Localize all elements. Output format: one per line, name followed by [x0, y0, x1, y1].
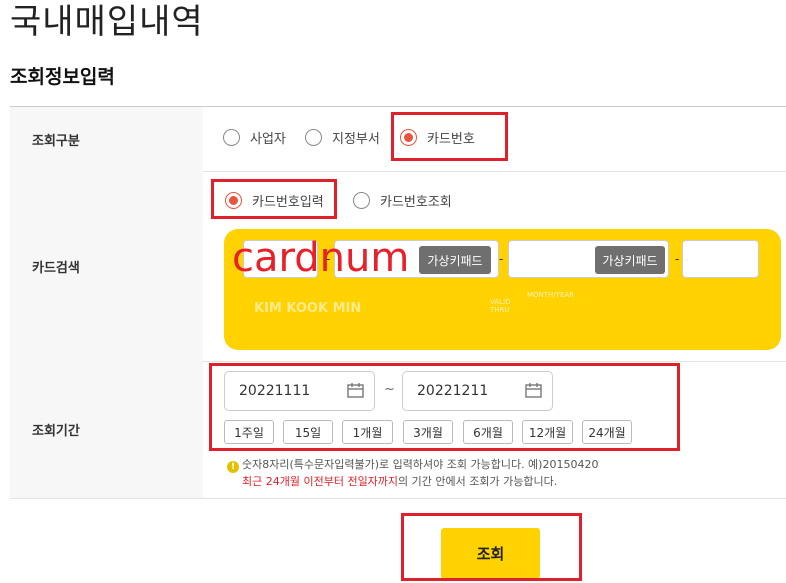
radio-selected-icon: [225, 192, 242, 209]
start-date-input[interactable]: 20221111: [224, 371, 375, 411]
label-card-search: 카드검색: [10, 171, 203, 361]
period-range-note: 최근 24개월 이전부터 전일자까지의 기간 안에서 조회가 가능합니다.: [242, 473, 557, 489]
date-format-note-text: 숫자8자리(특수문자입력불가)로 입력하셔야 조회 가능합니다. 예)20150…: [242, 458, 599, 471]
virtual-keypad-button-1[interactable]: 가상키패드: [419, 246, 491, 274]
period-button-12-months[interactable]: 12개월: [522, 420, 573, 444]
card-holder-name: KIM KOOK MIN: [254, 301, 362, 316]
card-number-field-4[interactable]: [682, 240, 759, 278]
period-button-3-months[interactable]: 3개월: [403, 420, 453, 444]
radio-card-lookup-label: 카드번호조회: [380, 195, 452, 210]
radio-department-label: 지정부서: [332, 132, 380, 147]
radio-circle-icon: [223, 129, 240, 146]
start-date-value: 20221111: [239, 383, 311, 399]
virtual-keypad-button-2[interactable]: 가상키패드: [595, 246, 665, 274]
row-inquiry-type: 조회구분 사업자 지정부서 카드번호: [10, 107, 786, 172]
radio-card-input-label: 카드번호입력: [252, 195, 324, 210]
annotation-cardnum: cardnum: [232, 235, 410, 281]
radio-card-lookup[interactable]: 카드번호조회: [353, 191, 452, 210]
dash-separator: -: [499, 252, 504, 266]
period-range-highlight: 최근 24개월 이전부터 전일자까지: [242, 475, 399, 488]
label-inquiry-type: 조회구분: [10, 107, 203, 171]
radio-card-number-label: 카드번호: [427, 132, 475, 147]
label-period: 조회기간: [10, 361, 203, 498]
end-date-input[interactable]: 20221211: [402, 371, 553, 411]
period-button-1-month[interactable]: 1개월: [342, 420, 393, 444]
period-button-24-months[interactable]: 24개월: [582, 420, 632, 444]
info-icon: !: [227, 461, 239, 473]
period-button-6-months[interactable]: 6개월: [463, 420, 513, 444]
section-title: 조회정보입력: [10, 66, 115, 88]
page-title: 국내매입내역: [10, 2, 204, 42]
radio-card-input[interactable]: 카드번호입력: [225, 191, 324, 210]
radio-circle-icon: [305, 129, 322, 146]
end-date-value: 20221211: [417, 383, 489, 399]
period-button-1-week[interactable]: 1주일: [224, 420, 274, 444]
radio-department[interactable]: 지정부서: [305, 128, 380, 147]
radio-business-label: 사업자: [250, 132, 286, 147]
calendar-icon[interactable]: [347, 383, 364, 398]
radio-circle-icon: [353, 192, 370, 209]
dash-separator: -: [675, 252, 680, 266]
search-button[interactable]: 조회: [441, 528, 540, 579]
date-format-note: ! 숫자8자리(특수문자입력불가)로 입력하셔야 조회 가능합니다. 예)2015…: [227, 456, 598, 473]
month-year-label: MONTH/YEAR: [527, 291, 575, 299]
radio-business[interactable]: 사업자: [223, 128, 286, 147]
period-button-15-days[interactable]: 15일: [283, 420, 333, 444]
calendar-icon[interactable]: [525, 383, 542, 398]
period-range-note-text: 의 기간 안에서 조회가 가능합니다.: [398, 475, 558, 488]
radio-card-number[interactable]: 카드번호: [400, 128, 475, 147]
date-range-separator: ~: [384, 382, 395, 397]
radio-selected-icon: [400, 129, 417, 146]
valid-thru-label: VALID THRU: [490, 298, 511, 314]
